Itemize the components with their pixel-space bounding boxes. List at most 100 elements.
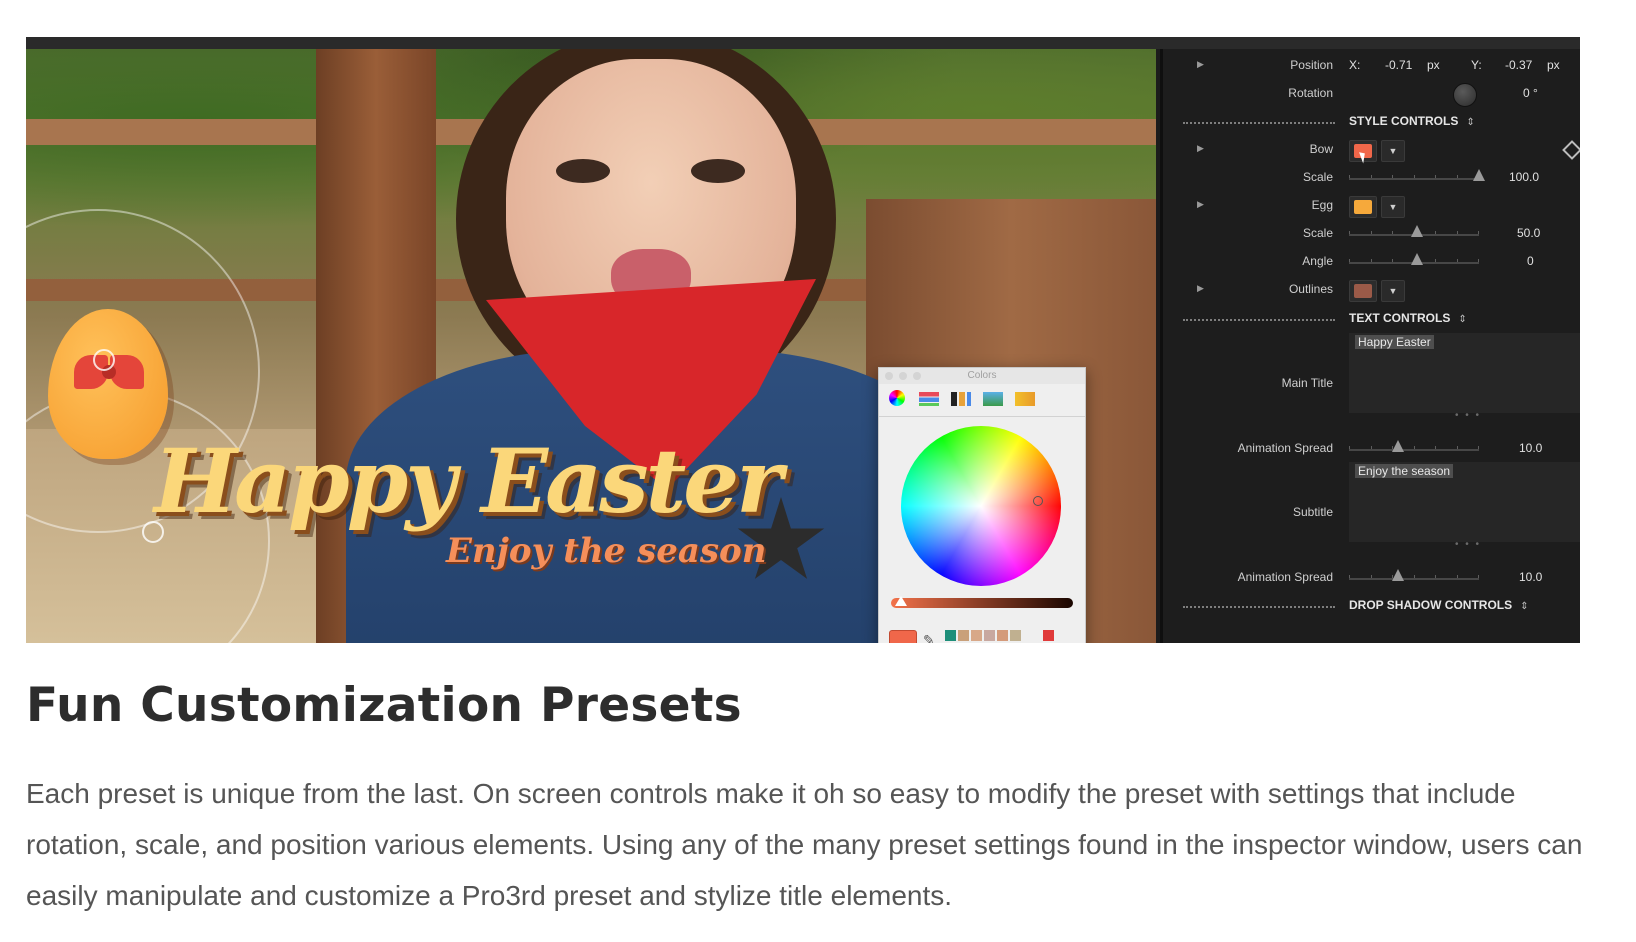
egg-color-well[interactable]	[1349, 196, 1377, 218]
egg-scale-label: Scale	[1302, 226, 1333, 240]
colors-window[interactable]: Colors ✎	[878, 367, 1086, 643]
slider-tick	[1392, 259, 1393, 262]
keyframe-icon[interactable]	[1562, 140, 1580, 160]
onscreen-handle[interactable]	[93, 349, 115, 371]
animation-spread-slider-knob[interactable]	[1392, 569, 1405, 581]
bow-scale-value[interactable]: 100.0	[1509, 170, 1539, 184]
bow-row: ▶ Bow ▼	[1163, 137, 1580, 165]
color-swatch[interactable]	[1043, 630, 1054, 641]
color-palettes-icon[interactable]	[951, 392, 971, 406]
window-top-bar	[26, 37, 1580, 49]
slider-tick	[1370, 175, 1372, 178]
resize-grip-icon[interactable]: • • •	[1455, 410, 1481, 421]
divider	[879, 416, 1085, 417]
slider-tick	[1349, 575, 1350, 578]
slider-tick	[1370, 446, 1372, 449]
angle-slider-knob[interactable]	[1411, 253, 1423, 265]
position-y-field[interactable]: -0.37	[1505, 58, 1532, 72]
child-eye	[556, 159, 610, 183]
section-heading: Fun Customization Presets	[26, 678, 742, 733]
animation-spread-row: Animation Spread 10.0	[1163, 436, 1580, 464]
position-x-label: X:	[1349, 58, 1361, 72]
colors-titlebar[interactable]: Colors	[879, 368, 1085, 384]
animation-spread-value[interactable]: 10.0	[1519, 570, 1542, 584]
text-controls-header[interactable]: TEXT CONTROLS ⇕	[1163, 306, 1580, 332]
animation-spread-slider[interactable]	[1349, 575, 1479, 580]
child-eye	[691, 159, 745, 183]
egg-row: ▶ Egg ▼	[1163, 193, 1580, 221]
slider-tick	[1349, 231, 1350, 234]
color-wheel-cursor[interactable]	[1033, 496, 1043, 506]
rotation-dial[interactable]	[1453, 83, 1477, 107]
position-label: Position	[1290, 58, 1333, 72]
egg-scale-slider-knob[interactable]	[1411, 225, 1423, 237]
position-x-field[interactable]: -0.71	[1385, 58, 1412, 72]
main-title-text: Happy Easter	[1355, 335, 1434, 349]
animation-spread-label: Animation Spread	[1237, 570, 1333, 584]
section-divider	[1183, 319, 1335, 321]
outlines-color-chip	[1354, 284, 1372, 298]
swatch-grid[interactable]	[945, 630, 1069, 643]
slider-tick	[1413, 446, 1415, 449]
crayons-icon[interactable]	[1015, 392, 1035, 406]
drop-shadow-controls-header[interactable]: DROP SHADOW CONTROLS ⇕	[1163, 593, 1580, 619]
rotation-label: Rotation	[1288, 86, 1333, 100]
rotation-row: Rotation 0 °	[1163, 81, 1580, 109]
rotation-value[interactable]: 0 °	[1523, 86, 1538, 100]
color-wheel-icon[interactable]	[889, 390, 905, 406]
animation-spread-slider-knob[interactable]	[1392, 440, 1405, 452]
bow-scale-slider-knob[interactable]	[1473, 169, 1485, 181]
angle-value[interactable]: 0	[1527, 254, 1534, 268]
slider-tick	[1456, 175, 1458, 178]
slider-tick	[1349, 446, 1350, 449]
egg-label: Egg	[1311, 198, 1333, 212]
color-swatch[interactable]	[1010, 630, 1021, 641]
current-color-swatch[interactable]	[889, 630, 917, 643]
color-swatch[interactable]	[971, 630, 982, 641]
subtitle-overlay[interactable]: Enjoy the season	[446, 531, 766, 571]
chevron-down-icon[interactable]: ▼	[1381, 280, 1405, 302]
slider-tick	[1349, 259, 1350, 262]
image-palettes-icon[interactable]	[983, 392, 1003, 406]
chevron-down-icon[interactable]: ▼	[1381, 196, 1405, 218]
slider-tick	[1370, 575, 1372, 578]
main-title-overlay[interactable]: Happy Easter	[154, 429, 783, 533]
section-toggle-icon[interactable]: ⇕	[1458, 314, 1466, 325]
section-divider	[1183, 606, 1335, 608]
brightness-slider-knob[interactable]	[895, 596, 907, 606]
eyedropper-icon[interactable]: ✎	[923, 632, 935, 643]
slider-tick	[1456, 446, 1458, 449]
slider-tick	[1435, 231, 1436, 234]
position-y-label: Y:	[1471, 58, 1482, 72]
color-sliders-icon[interactable]	[919, 392, 939, 406]
slider-tick	[1370, 259, 1372, 262]
section-body: Each preset is unique from the last. On …	[26, 778, 1583, 911]
egg-scale-value[interactable]: 50.0	[1517, 226, 1540, 240]
resize-grip-icon[interactable]: • • •	[1455, 539, 1481, 550]
angle-row: Angle 0	[1163, 249, 1580, 277]
slider-tick	[1478, 446, 1479, 449]
bow-scale-slider[interactable]	[1349, 175, 1479, 180]
main-title-label: Main Title	[1281, 376, 1333, 390]
subtitle-text: Enjoy the season	[1355, 464, 1454, 478]
section-toggle-icon[interactable]: ⇕	[1466, 117, 1474, 128]
animation-spread-value[interactable]: 10.0	[1519, 441, 1542, 455]
angle-label: Angle	[1302, 254, 1333, 268]
drop-shadow-controls-title: DROP SHADOW CONTROLS ⇕	[1349, 598, 1529, 612]
outlines-color-well[interactable]	[1349, 280, 1377, 302]
slider-tick	[1349, 175, 1350, 178]
section-toggle-icon[interactable]: ⇕	[1520, 601, 1528, 612]
text-controls-text: TEXT CONTROLS	[1349, 311, 1451, 325]
main-title-textarea[interactable]: Happy Easter • • •	[1349, 333, 1580, 421]
canvas-viewer[interactable]: Happy Easter Enjoy the season Colors ✎	[26, 49, 1156, 643]
color-swatch[interactable]	[958, 630, 969, 641]
brightness-slider[interactable]	[891, 598, 1073, 608]
color-swatch[interactable]	[997, 630, 1008, 641]
color-swatch[interactable]	[945, 630, 956, 641]
animation-spread-slider[interactable]	[1349, 446, 1479, 451]
color-wheel[interactable]	[901, 426, 1061, 586]
chevron-down-icon[interactable]: ▼	[1381, 140, 1405, 162]
color-swatch[interactable]	[984, 630, 995, 641]
subtitle-textarea[interactable]: Enjoy the season • • •	[1349, 462, 1580, 550]
style-controls-header[interactable]: STYLE CONTROLS ⇕	[1163, 109, 1580, 135]
